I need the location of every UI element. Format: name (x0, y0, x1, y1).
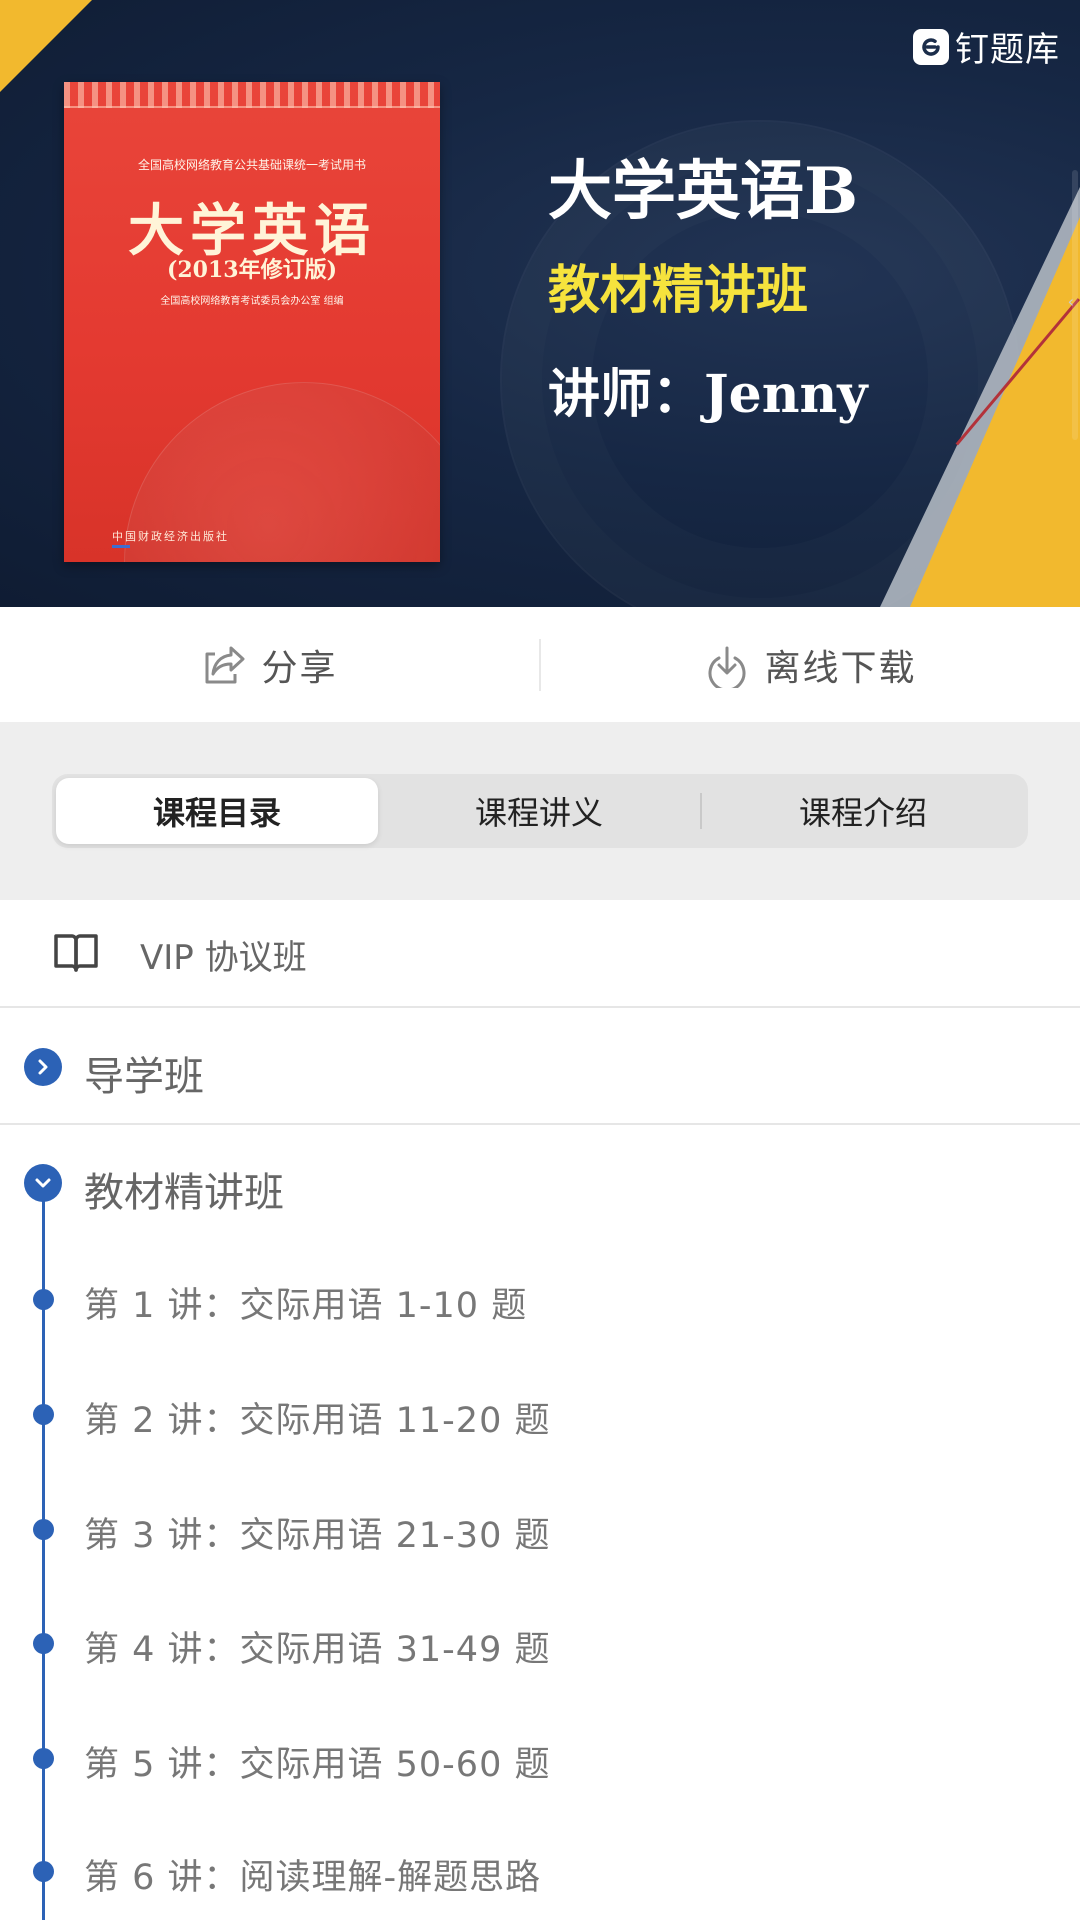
lecture-label: 第 2 讲：交际用语 11-20 题 (84, 1401, 551, 1441)
timeline-dot (33, 1289, 54, 1310)
section-intro-class[interactable]: 导学班 (0, 1010, 1080, 1125)
section-label: 导学班 (84, 1054, 204, 1100)
download-icon (709, 646, 746, 688)
timeline-dot (33, 1748, 54, 1769)
lecture-item[interactable]: 第 6 讲：阅读理解-解题思路 (0, 1813, 1080, 1920)
tab-handouts[interactable]: 课程讲义 (378, 778, 700, 844)
tab-catalog[interactable]: 课程目录 (56, 778, 378, 844)
open-book-icon (54, 934, 98, 972)
download-label: 离线下载 (764, 647, 917, 689)
chevron-down-icon (24, 1164, 62, 1202)
timeline-dot (33, 1404, 54, 1425)
publisher-mark (112, 545, 130, 548)
download-button[interactable]: 离线下载 (541, 607, 1080, 722)
share-icon (205, 646, 245, 683)
brand-icon (913, 28, 949, 65)
section-textbook-class[interactable]: 教材精讲班 (0, 1126, 1080, 1241)
book-edition: (2013年修订版) (166, 257, 338, 283)
section-label: 教材精讲班 (84, 1170, 284, 1216)
book-series: 全国高校网络教育公共基础课统一考试用书 (137, 158, 366, 172)
lecture-label: 第 4 讲：交际用语 31-49 题 (84, 1630, 551, 1670)
brand-name: 钉题库 (955, 30, 1060, 70)
chevron-right-icon (24, 1048, 62, 1086)
tabs-area: 课程目录 课程讲义 课程介绍 (0, 722, 1080, 900)
corner-decoration (0, 0, 92, 92)
chevron-left-icon[interactable]: ‹ (1068, 292, 1074, 311)
timeline-dot (33, 1633, 54, 1654)
book-cover: 全国高校网络教育公共基础课统一考试用书 大学英语 (2013年修订版) 全国高校… (64, 82, 440, 562)
lecture-label: 第 6 讲：阅读理解-解题思路 (84, 1858, 542, 1898)
corner-decoration-yellow (910, 217, 1080, 607)
course-title: 大学英语B (548, 154, 859, 229)
tab-intro[interactable]: 课程介绍 (702, 778, 1024, 844)
brand-logo: 钉题库 (913, 22, 1060, 71)
course-subtitle: 教材精讲班 (548, 261, 809, 321)
book-publisher: 中国财政经济出版社 (112, 530, 229, 543)
lecture-label: 第 1 讲：交际用语 1-10 题 (84, 1286, 528, 1326)
action-bar: 分享 离线下载 (0, 607, 1080, 722)
share-button[interactable]: 分享 (0, 607, 539, 722)
lecture-item[interactable]: 第 3 讲：交际用语 21-30 题 (0, 1471, 1080, 1586)
course-teacher: 讲师：Jenny (548, 364, 868, 425)
lecture-item[interactable]: 第 2 讲：交际用语 11-20 题 (0, 1356, 1080, 1471)
vip-class-label: VIP 协议班 (140, 938, 307, 978)
book-border-pattern (64, 82, 440, 108)
course-banner: ‹ 钉题库 全国高校网络教育公共基础课统一考试用书 大学英语 (2013年修订版… (0, 0, 1080, 607)
lecture-item[interactable]: 第 4 讲：交际用语 31-49 题 (0, 1585, 1080, 1700)
lecture-item[interactable]: 第 5 讲：交际用语 50-60 题 (0, 1700, 1080, 1815)
timeline-dot (33, 1519, 54, 1540)
book-editor: 全国高校网络教育考试委员会办公室 组编 (160, 296, 344, 307)
lecture-label: 第 5 讲：交际用语 50-60 题 (84, 1745, 551, 1785)
vip-class-row[interactable]: VIP 协议班 (0, 900, 1080, 1008)
lecture-label: 第 3 讲：交际用语 21-30 题 (84, 1516, 551, 1556)
share-label: 分享 (261, 647, 338, 689)
lecture-item[interactable]: 第 1 讲：交际用语 1-10 题 (0, 1241, 1080, 1356)
segmented-tabs: 课程目录 课程讲义 课程介绍 (52, 774, 1028, 848)
timeline-dot (33, 1861, 54, 1882)
